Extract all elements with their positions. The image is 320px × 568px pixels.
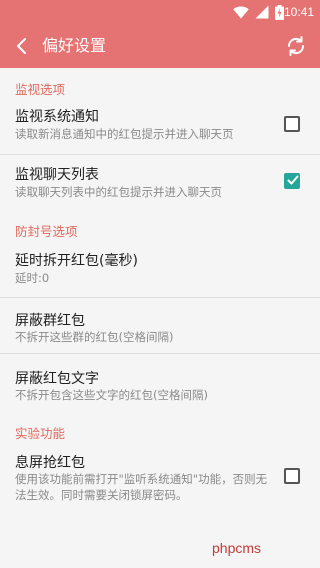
pref-summary: 不拆开这些群的红包(空格间隔)	[15, 330, 174, 344]
page-title: 偏好设置	[42, 36, 107, 55]
checkmark-icon	[287, 175, 299, 185]
pref-screen-off[interactable]: 息屏抢红包 使用该功能前需打开"监听系统通知"功能，否则无法生效。同时需要关闭锁…	[0, 444, 320, 504]
pref-delay[interactable]: 延时拆开红包(毫秒) 延时:0	[0, 242, 320, 297]
app-bar: 偏好设置	[0, 24, 320, 68]
section-header-monitor: 监视选项	[15, 82, 66, 97]
pref-monitor-notification[interactable]: 监视系统通知 读取新消息通知中的红包提示并进入聊天页	[0, 100, 320, 154]
checkbox-monitor-notification[interactable]	[284, 116, 300, 132]
arrow-left-icon[interactable]	[10, 34, 34, 58]
pref-title: 延时拆开红包(毫秒)	[15, 253, 138, 269]
signal-icon	[255, 5, 269, 19]
pref-title: 监视聊天列表	[15, 167, 99, 183]
pref-summary: 读取新消息通知中的红包提示并进入聊天页	[15, 127, 234, 141]
pref-summary: 延时:0	[15, 271, 50, 285]
pref-title: 监视系统通知	[15, 109, 99, 125]
refresh-icon[interactable]	[284, 34, 308, 58]
battery-icon	[275, 4, 284, 20]
section-header-anti-ban: 防封号选项	[15, 224, 78, 239]
pref-block-text[interactable]: 屏蔽红包文字 不拆开包含这些文字的红包(空格间隔)	[0, 354, 320, 412]
status-bar: 10:41	[0, 0, 320, 24]
pref-monitor-chat-list[interactable]: 监视聊天列表 读取聊天列表中的红包提示并进入聊天页	[0, 155, 320, 211]
pref-block-groups[interactable]: 屏蔽群红包 不拆开这些群的红包(空格间隔)	[0, 298, 320, 353]
wifi-icon	[233, 6, 249, 18]
checkbox-screen-off[interactable]	[284, 468, 300, 484]
status-icons	[233, 4, 284, 20]
status-time: 10:41	[283, 5, 314, 19]
pref-title: 屏蔽群红包	[15, 313, 85, 329]
pref-summary: 读取聊天列表中的红包提示并进入聊天页	[15, 185, 222, 199]
watermark: phpcms	[212, 540, 262, 556]
pref-summary: 不拆开包含这些文字的红包(空格间隔)	[15, 388, 208, 402]
section-header-experimental: 实验功能	[15, 426, 66, 441]
pref-summary: 使用该功能前需打开"监听系统通知"功能，否则无法生效。同时需要关闭锁屏密码。	[15, 472, 268, 502]
pref-title: 屏蔽红包文字	[15, 371, 99, 387]
pref-title: 息屏抢红包	[15, 455, 85, 471]
checkbox-monitor-chat-list[interactable]	[284, 173, 300, 189]
